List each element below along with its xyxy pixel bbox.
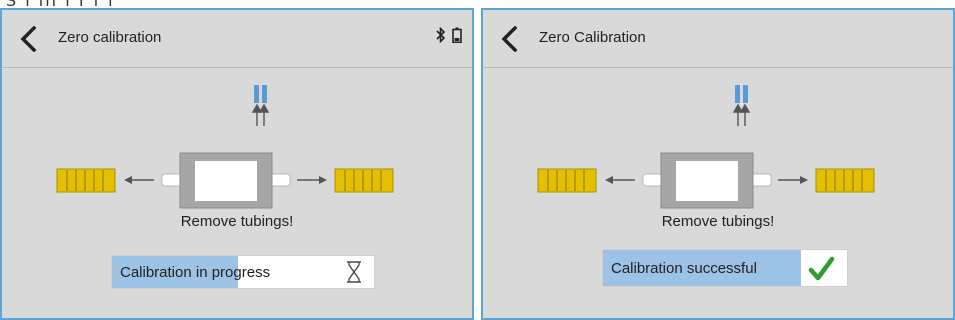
screen-title: Zero calibration (58, 29, 162, 46)
left-arrow-icon (605, 176, 635, 184)
sensor-cartridge (254, 85, 267, 103)
right-arrow-icon (778, 176, 808, 184)
status-icons (436, 27, 462, 43)
screen-title: Zero Calibration (539, 29, 646, 46)
up-arrows-icon (251, 103, 270, 126)
tubing-left-icon (537, 168, 597, 193)
calibration-status-bar: Calibration successful (602, 249, 848, 287)
tubing-right-icon (334, 168, 394, 193)
tubing-left-icon (56, 168, 116, 193)
instruction-text: Remove tubings! (180, 213, 294, 230)
back-arrow-icon[interactable] (499, 26, 521, 52)
right-arrow-icon (297, 176, 327, 184)
tubing-right-icon (815, 168, 875, 193)
screen-header: Zero Calibration (483, 10, 953, 68)
left-arrow-icon (124, 176, 154, 184)
top-cropped-text: S l ill i f f l (0, 0, 955, 8)
status-text: Calibration successful (611, 260, 757, 277)
device-body (642, 152, 772, 209)
hourglass-icon (347, 261, 361, 283)
sensor-cartridge (735, 85, 748, 103)
calibration-status-bar: Calibration in progress (111, 255, 375, 289)
device-body (161, 152, 291, 209)
sensor-illustration (56, 85, 394, 209)
sensor-illustration (537, 85, 875, 209)
bluetooth-icon (436, 27, 446, 43)
cropped-text-line: S l ill i f f l (6, 0, 115, 8)
battery-icon (452, 27, 462, 43)
checkmark-icon (807, 255, 835, 283)
screen-zero-calibration-successful: Zero Calibration Remove tubings! Calibra… (481, 8, 955, 320)
screen-header: Zero calibration (2, 10, 472, 68)
back-arrow-icon[interactable] (18, 26, 40, 52)
screen-zero-calibration-in-progress: Zero calibration Remove tubings! Calibra… (0, 8, 474, 320)
instruction-text: Remove tubings! (661, 213, 775, 230)
status-text: Calibration in progress (120, 264, 271, 281)
up-arrows-icon (732, 103, 751, 126)
